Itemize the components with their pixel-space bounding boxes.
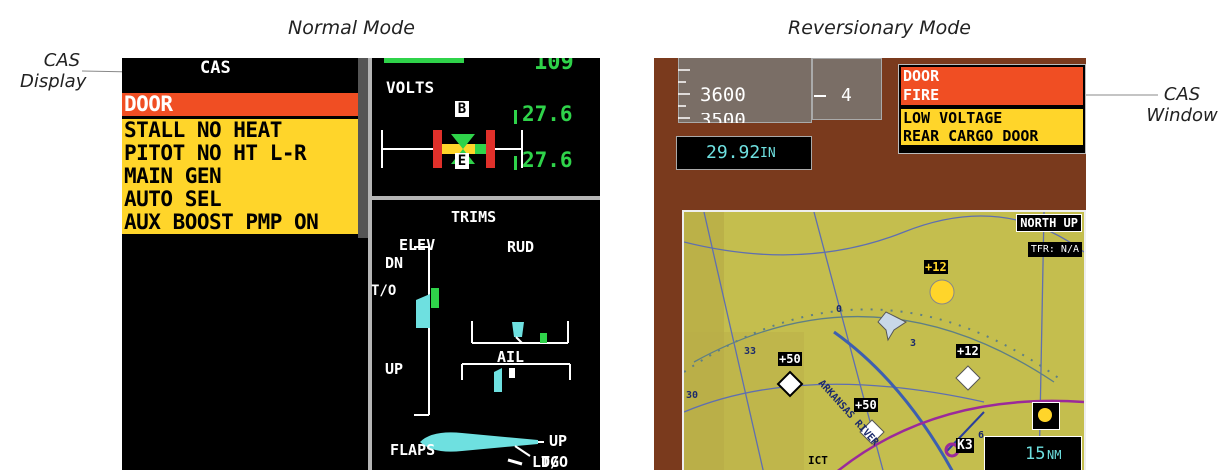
flaps-ldg-label: LDG bbox=[532, 453, 560, 470]
cas-message: LOW VOLTAGE bbox=[901, 109, 1083, 127]
cas-message: DOOR bbox=[122, 93, 358, 116]
waypoint-label: K3 bbox=[956, 438, 974, 453]
cas-message: AUX BOOST PMP ON bbox=[122, 211, 358, 234]
arc-label: 30 bbox=[686, 390, 699, 401]
cas-header: CAS bbox=[200, 58, 231, 78]
volts-label: VOLTS bbox=[386, 78, 435, 97]
arc-label: 3 bbox=[910, 338, 917, 349]
vsi-tick bbox=[814, 95, 826, 97]
cas-message: STALL NO HEAT bbox=[122, 119, 358, 142]
volts-value-tick bbox=[514, 156, 517, 170]
arc-label: 0 bbox=[836, 304, 843, 315]
traffic-icon bbox=[1038, 408, 1052, 422]
inset-map[interactable]: NORTH UP TFR: N/A +12 +50 +12 +50 33 0 3… bbox=[682, 210, 1086, 470]
map-layers bbox=[684, 212, 1084, 470]
cas-message: PITOT NO HT L-R bbox=[122, 142, 358, 165]
cas-message: FIRE bbox=[901, 86, 1083, 105]
cas-message: MAIN GEN bbox=[122, 165, 358, 188]
range-value: 15 bbox=[1025, 444, 1046, 464]
cas-scrollbar[interactable] bbox=[358, 58, 368, 238]
traffic-label: +12 bbox=[956, 344, 980, 358]
cas-message: AUTO SEL bbox=[122, 188, 358, 211]
flaps-indicator bbox=[514, 445, 531, 457]
waypoint-label: ICT bbox=[808, 454, 828, 467]
map-range[interactable]: 15 NM bbox=[984, 436, 1082, 470]
volts-e-badge: E bbox=[455, 153, 469, 169]
traffic-icon-button[interactable] bbox=[1032, 402, 1060, 430]
cas-window: DOOR FIRE LOW VOLTAGE REAR CARGO DOOR bbox=[898, 64, 1086, 154]
volts-value-tick bbox=[514, 110, 517, 124]
volts-e-value: 27.6 bbox=[522, 148, 573, 172]
callout-line-2: Window bbox=[1146, 105, 1218, 126]
normal-mode-display: CAS DOOR STALL NO HEAT PITOT NO HT L-R M… bbox=[122, 58, 600, 470]
volts-b-value: 27.6 bbox=[522, 102, 573, 126]
top-value: 109 bbox=[534, 58, 574, 75]
altitude-next-value: 3500 bbox=[700, 113, 746, 123]
baro-unit: IN bbox=[760, 146, 776, 161]
volts-b-badge: B bbox=[455, 101, 469, 117]
gauge-strip bbox=[384, 58, 464, 63]
vsi-value: 4 bbox=[841, 85, 852, 106]
cas-message: DOOR bbox=[901, 67, 1083, 86]
cas-message: REAR CARGO DOOR bbox=[901, 127, 1083, 145]
tfr-status: TFR: N/A bbox=[1027, 242, 1082, 257]
traffic-label: +50 bbox=[854, 398, 878, 412]
map-orientation[interactable]: NORTH UP bbox=[1016, 214, 1082, 232]
traffic-label: +50 bbox=[778, 352, 802, 366]
altitude-value: 3600 bbox=[700, 84, 746, 106]
cas-window-callout: CAS Window bbox=[1140, 84, 1224, 126]
callout-line-1: CAS bbox=[1163, 84, 1201, 105]
baro-value: 29.92 bbox=[706, 142, 761, 163]
reversionary-mode-display: 3600 3500 4 29.92 IN DOOR FIRE LOW VOLTA… bbox=[654, 58, 1086, 470]
traffic-label: +12 bbox=[924, 260, 948, 274]
range-unit: NM bbox=[1047, 448, 1062, 462]
arc-label: 33 bbox=[744, 346, 757, 357]
